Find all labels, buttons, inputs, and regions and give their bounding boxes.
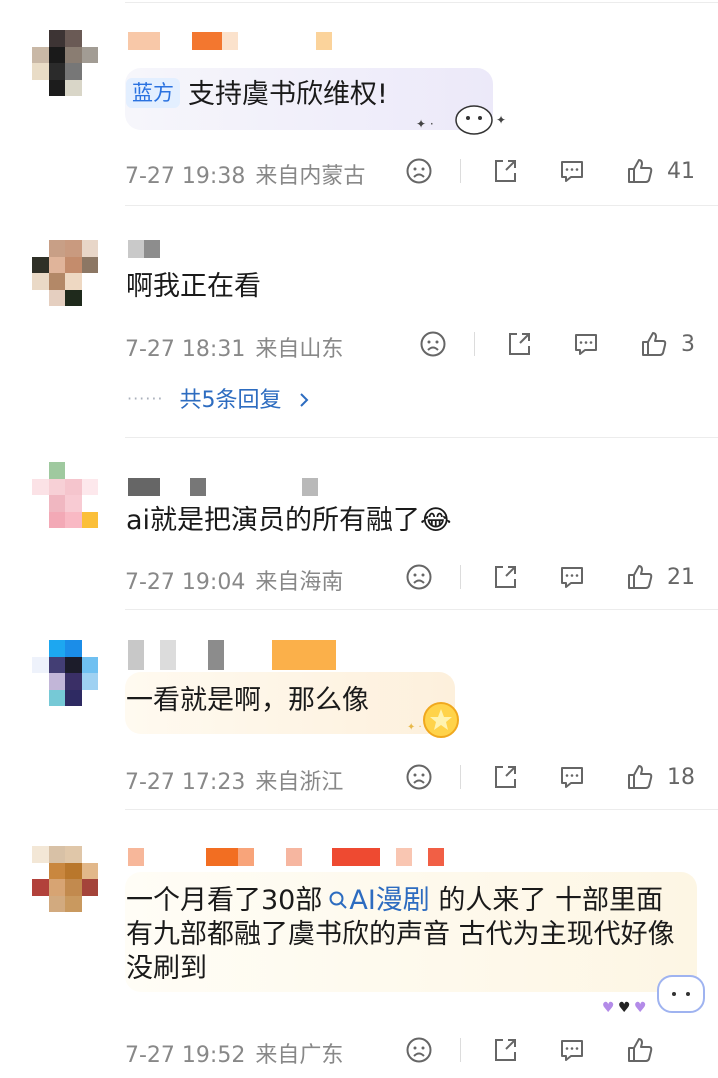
- search-link[interactable]: AI漫剧: [322, 885, 430, 916]
- comment-date: 7-27 19:38: [125, 164, 246, 189]
- comment-bubble-icon: [561, 567, 583, 588]
- comment-text: 一看就是啊，那么像: [126, 685, 369, 716]
- dislike-button[interactable]: [404, 562, 434, 592]
- comment-bubble-icon: [561, 1040, 583, 1061]
- comment-location: 来自广东: [255, 1043, 344, 1068]
- comment-location: 来自内蒙古: [255, 164, 366, 189]
- divider: [460, 565, 461, 589]
- thumbs-up-icon: [628, 765, 653, 789]
- share-button[interactable]: [490, 562, 520, 592]
- share-button[interactable]: [504, 329, 534, 359]
- like-count: 3: [681, 331, 695, 357]
- dislike-button[interactable]: [404, 1035, 434, 1065]
- comment-meta: 7-27 19:04 来自海南: [125, 564, 343, 596]
- comment-bubble-icon: [561, 767, 583, 788]
- thumbs-up-icon: [628, 159, 653, 183]
- comment-meta: 7-27 19:52 来自广东: [125, 1037, 343, 1069]
- comment-bubble-icon: [575, 334, 597, 355]
- comment-text: ai就是把演员的所有融了😂: [126, 505, 452, 536]
- svg-text:♥: ♥: [634, 1000, 647, 1016]
- frown-face-icon: [406, 158, 432, 184]
- comment-bubble-icon: [561, 161, 583, 182]
- dislike-button[interactable]: [404, 762, 434, 792]
- sticker-decoration-icon: ✦ · ✦: [416, 105, 506, 135]
- divider: [125, 2, 718, 3]
- comment-button[interactable]: [557, 1035, 587, 1065]
- comment-location: 来自山东: [255, 337, 344, 362]
- comment-date: 7-27 18:31: [125, 337, 246, 362]
- share-icon: [495, 566, 516, 588]
- svg-text:✦ ·: ✦ ·: [416, 117, 434, 131]
- like-count: 21: [667, 564, 695, 590]
- divider: [125, 205, 718, 206]
- sticker-decoration-icon: ♥ ♥ ♥: [602, 975, 705, 1016]
- search-icon: [329, 891, 348, 909]
- frown-face-icon: [406, 564, 432, 590]
- comment-meta: 7-27 18:31 来自山东: [125, 331, 343, 363]
- dislike-button[interactable]: [404, 156, 434, 186]
- like-button[interactable]: 21: [625, 562, 695, 592]
- divider: [460, 159, 461, 183]
- badge-tag[interactable]: 蓝方: [126, 78, 180, 108]
- share-button[interactable]: [490, 1035, 520, 1065]
- divider: [125, 809, 718, 810]
- dislike-button[interactable]: [418, 329, 448, 359]
- svg-text:♥: ♥: [602, 1000, 615, 1016]
- like-button[interactable]: 41: [625, 156, 695, 186]
- comment-button[interactable]: [571, 329, 601, 359]
- divider: [125, 609, 718, 610]
- comment-feed: 蓝方 支持虞书欣维权! ✦ · ✦ 7-27 19:38 来自内蒙古 41 啊我…: [0, 0, 718, 1078]
- frown-face-icon: [420, 331, 446, 357]
- share-icon: [495, 1039, 516, 1061]
- divider: [460, 1038, 461, 1062]
- like-count: 41: [667, 158, 695, 184]
- comment-button[interactable]: [557, 562, 587, 592]
- username[interactable]: [128, 848, 444, 866]
- divider: [125, 437, 718, 438]
- svg-text:✦ ·: ✦ ·: [407, 722, 422, 733]
- share-icon: [495, 160, 516, 182]
- comment-text: 一个月看了30部 AI漫剧 的人来了 十部里面有九部都融了虞书欣的声音 古代为主现…: [126, 885, 675, 984]
- divider: [474, 332, 475, 356]
- comment-meta: 7-27 19:38 来自内蒙古: [125, 158, 365, 190]
- thumbs-up-icon: [642, 332, 667, 356]
- frown-face-icon: [406, 1037, 432, 1063]
- avatar[interactable]: [32, 462, 98, 528]
- like-button[interactable]: [625, 1035, 655, 1065]
- view-replies-link[interactable]: ······ 共5条回复: [127, 382, 313, 414]
- avatar[interactable]: [32, 846, 98, 912]
- share-icon: [495, 766, 516, 788]
- comment-location: 来自海南: [255, 570, 344, 595]
- comment-button[interactable]: [557, 762, 587, 792]
- thumbs-up-icon: [628, 565, 653, 589]
- comment-location: 来自浙江: [255, 770, 344, 795]
- share-icon: [509, 333, 530, 355]
- username[interactable]: [128, 240, 160, 258]
- like-button[interactable]: 3: [639, 329, 695, 359]
- comment-date: 7-27 19:52: [125, 1043, 246, 1068]
- username[interactable]: [128, 640, 336, 670]
- like-count: 18: [667, 764, 695, 790]
- like-button[interactable]: 18: [625, 762, 695, 792]
- comment-date: 7-27 19:04: [125, 570, 246, 595]
- share-button[interactable]: [490, 762, 520, 792]
- share-button[interactable]: [490, 156, 520, 186]
- svg-text:✦: ✦: [496, 113, 506, 127]
- comment-text: 啊我正在看: [126, 271, 261, 302]
- chevron-right-icon: [299, 393, 308, 407]
- comment-date: 7-27 17:23: [125, 770, 246, 795]
- avatar[interactable]: [32, 640, 98, 706]
- avatar[interactable]: [32, 30, 98, 96]
- username[interactable]: [128, 478, 318, 496]
- username[interactable]: [128, 32, 332, 50]
- comment-meta: 7-27 17:23 来自浙江: [125, 764, 343, 796]
- thumbs-up-icon: [628, 1038, 653, 1062]
- svg-text:♥: ♥: [618, 1000, 631, 1016]
- comment-text: 蓝方 支持虞书欣维权!: [126, 78, 388, 112]
- divider: [460, 765, 461, 789]
- comment-button[interactable]: [557, 156, 587, 186]
- frown-face-icon: [406, 764, 432, 790]
- star-badge-icon: ✦ ·: [407, 702, 459, 738]
- avatar[interactable]: [32, 240, 98, 306]
